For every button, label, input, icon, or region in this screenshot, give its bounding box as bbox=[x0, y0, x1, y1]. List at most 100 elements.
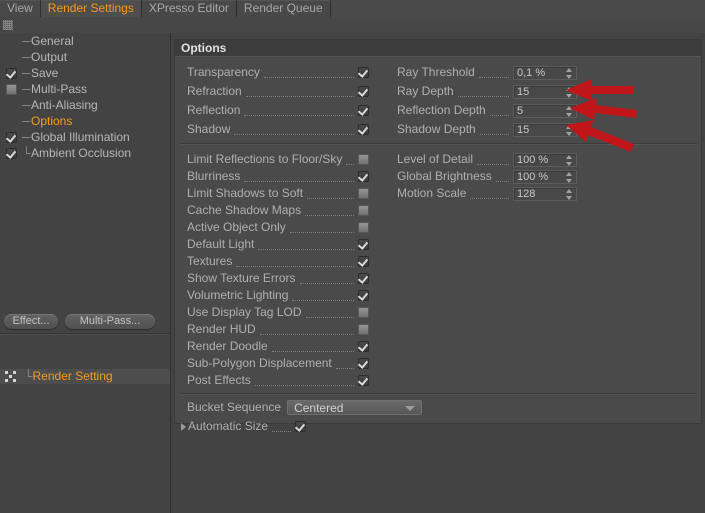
tree-item-save[interactable]: ─ Save bbox=[0, 65, 170, 81]
option-row-shadow[interactable]: Shadow bbox=[187, 121, 369, 138]
ray-threshold-field[interactable]: 0,1 % bbox=[513, 65, 577, 80]
motion-scale-field[interactable]: 128 bbox=[513, 186, 577, 201]
option-checkbox-reflection[interactable] bbox=[358, 105, 369, 116]
option-row-show-texture-errors[interactable]: Show Texture Errors bbox=[187, 270, 369, 287]
dot-leader bbox=[236, 256, 354, 267]
tree-checkbox-ambient-occlusion[interactable] bbox=[5, 147, 17, 159]
option-row-reflection-depth[interactable]: Reflection Depth 5 bbox=[397, 102, 577, 119]
option-row-post-effects[interactable]: Post Effects bbox=[187, 372, 369, 389]
spinner-icon[interactable] bbox=[566, 154, 573, 166]
option-checkbox-automatic-size[interactable] bbox=[295, 421, 306, 432]
option-label: Use Display Tag LOD bbox=[187, 305, 302, 319]
option-checkbox-show-texture-errors[interactable] bbox=[358, 273, 369, 284]
option-checkbox-default-light[interactable] bbox=[358, 239, 369, 250]
dot-leader bbox=[489, 105, 509, 116]
option-row-textures[interactable]: Textures bbox=[187, 253, 369, 270]
ray-depth-field[interactable]: 15 bbox=[513, 84, 577, 99]
dot-leader bbox=[305, 307, 354, 318]
effect-button[interactable]: Effect... bbox=[4, 313, 58, 329]
option-checkbox-transparency[interactable] bbox=[358, 67, 369, 78]
option-checkbox-textures[interactable] bbox=[358, 256, 369, 267]
tree-branch-icon: ─ bbox=[22, 82, 31, 96]
tree-checkbox-slot bbox=[0, 129, 22, 145]
option-label: Reflection bbox=[187, 103, 241, 117]
option-row-limit-shadows-to-soft[interactable]: Limit Shadows to Soft bbox=[187, 185, 369, 202]
option-checkbox-render-doodle[interactable] bbox=[358, 341, 369, 352]
option-checkbox-render-hud[interactable] bbox=[358, 324, 369, 335]
option-row-volumetric-lighting[interactable]: Volumetric Lighting bbox=[187, 287, 369, 304]
spinner-icon[interactable] bbox=[566, 188, 573, 200]
option-checkbox-blurriness[interactable] bbox=[358, 171, 369, 182]
option-row-render-hud[interactable]: Render HUD bbox=[187, 321, 369, 338]
option-row-ray-depth[interactable]: Ray Depth 15 bbox=[397, 83, 577, 100]
spinner-icon[interactable] bbox=[566, 171, 573, 183]
option-checkbox-limit-reflections-to-floor-sky[interactable] bbox=[358, 154, 369, 165]
option-row-refraction[interactable]: Refraction bbox=[187, 83, 369, 100]
object-row-render-setting[interactable]: └ Render Setting bbox=[0, 369, 170, 384]
option-label: Global Brightness bbox=[397, 169, 492, 183]
dot-leader bbox=[299, 273, 354, 284]
option-checkbox-volumetric-lighting[interactable] bbox=[358, 290, 369, 301]
option-label: Default Light bbox=[187, 237, 255, 251]
option-row-level-of-detail[interactable]: Level of Detail 100 % bbox=[397, 151, 577, 168]
option-label: Textures bbox=[187, 254, 233, 268]
option-row-cache-shadow-maps[interactable]: Cache Shadow Maps bbox=[187, 202, 369, 219]
option-checkbox-refraction[interactable] bbox=[358, 86, 369, 97]
tree-checkbox-slot bbox=[0, 65, 22, 81]
option-row-motion-scale[interactable]: Motion Scale 128 bbox=[397, 185, 577, 202]
spinner-icon[interactable] bbox=[566, 105, 573, 117]
spinner-icon[interactable] bbox=[566, 67, 573, 79]
dot-leader bbox=[307, 188, 354, 199]
option-checkbox-active-object-only[interactable] bbox=[358, 222, 369, 233]
option-row-automatic-size[interactable]: Automatic Size bbox=[181, 418, 306, 435]
level-of-detail-field[interactable]: 100 % bbox=[513, 152, 577, 167]
tree-item-global-illumination[interactable]: ─ Global Illumination bbox=[0, 129, 170, 145]
tree-item-options[interactable]: ─ Options bbox=[0, 113, 170, 129]
shadow-depth-field[interactable]: 15 bbox=[513, 122, 577, 137]
tree-item-output[interactable]: ─ Output bbox=[0, 49, 170, 65]
dot-leader bbox=[479, 124, 509, 135]
option-checkbox-cache-shadow-maps[interactable] bbox=[358, 205, 369, 216]
option-row-use-display-tag-lod[interactable]: Use Display Tag LOD bbox=[187, 304, 369, 321]
option-row-bucket-sequence[interactable]: Bucket Sequence Centered bbox=[187, 399, 457, 416]
tab-render-settings[interactable]: Render Settings bbox=[40, 0, 142, 17]
option-row-sub-polygon-displacement[interactable]: Sub-Polygon Displacement bbox=[187, 355, 369, 372]
tree-checkbox-global-illumination[interactable] bbox=[5, 131, 17, 143]
tree-item-ambient-occlusion[interactable]: └ Ambient Occlusion bbox=[0, 145, 170, 161]
bucket-sequence-dropdown[interactable]: Centered bbox=[287, 400, 423, 415]
option-row-reflection[interactable]: Reflection bbox=[187, 102, 369, 119]
tab-render-queue[interactable]: Render Queue bbox=[236, 0, 331, 17]
expand-triangle-icon[interactable] bbox=[181, 422, 186, 431]
option-row-limit-reflections-to-floor-sky[interactable]: Limit Reflections to Floor/Sky bbox=[187, 151, 369, 168]
option-checkbox-shadow[interactable] bbox=[358, 124, 369, 135]
tree-item-anti-aliasing[interactable]: ─ Anti-Aliasing bbox=[0, 97, 170, 113]
tab-view[interactable]: View bbox=[0, 0, 41, 17]
reflection-depth-field[interactable]: 5 bbox=[513, 103, 577, 118]
tab-xpresso-editor[interactable]: XPresso Editor bbox=[141, 0, 237, 17]
spinner-icon[interactable] bbox=[566, 124, 573, 136]
option-row-transparency[interactable]: Transparency bbox=[187, 64, 369, 81]
drag-grip-icon[interactable] bbox=[3, 20, 13, 30]
tree-checkbox-multi-pass[interactable] bbox=[5, 83, 17, 95]
tree-item-label: General bbox=[31, 34, 74, 48]
option-row-ray-threshold[interactable]: Ray Threshold 0,1 % bbox=[397, 64, 577, 81]
option-row-blurriness[interactable]: Blurriness bbox=[187, 168, 369, 185]
option-label: Reflection Depth bbox=[397, 103, 486, 117]
option-row-render-doodle[interactable]: Render Doodle bbox=[187, 338, 369, 355]
tree-item-label: Save bbox=[31, 66, 59, 80]
option-checkbox-use-display-tag-lod[interactable] bbox=[358, 307, 369, 318]
spinner-icon[interactable] bbox=[566, 86, 573, 98]
multi-pass-button[interactable]: Multi-Pass... bbox=[65, 313, 155, 329]
option-label: Show Texture Errors bbox=[187, 271, 296, 285]
option-row-global-brightness[interactable]: Global Brightness 100 % bbox=[397, 168, 577, 185]
tree-item-general[interactable]: ─ General bbox=[0, 33, 170, 49]
option-checkbox-post-effects[interactable] bbox=[358, 375, 369, 386]
global-brightness-field[interactable]: 100 % bbox=[513, 169, 577, 184]
option-row-default-light[interactable]: Default Light bbox=[187, 236, 369, 253]
option-row-active-object-only[interactable]: Active Object Only bbox=[187, 219, 369, 236]
option-checkbox-limit-shadows-to-soft[interactable] bbox=[358, 188, 369, 199]
option-row-shadow-depth[interactable]: Shadow Depth 15 bbox=[397, 121, 577, 138]
option-checkbox-sub-polygon-displacement[interactable] bbox=[358, 358, 369, 369]
tree-item-multi-pass[interactable]: ─ Multi-Pass bbox=[0, 81, 170, 97]
tree-checkbox-save[interactable] bbox=[5, 67, 17, 79]
